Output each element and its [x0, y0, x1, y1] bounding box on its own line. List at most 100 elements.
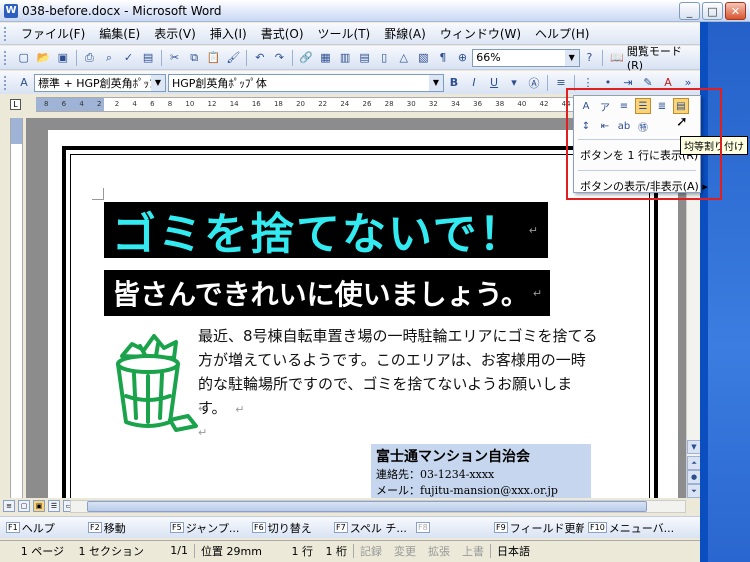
- print-preview-icon[interactable]: ⌕: [100, 49, 118, 67]
- chevron-down-icon[interactable]: ▼: [564, 49, 579, 66]
- styles-pane-icon[interactable]: A: [15, 74, 33, 92]
- signature-block[interactable]: 富士通マンション自治会 連絡先：03-1234-xxxx メール：fujitu-…: [371, 444, 591, 498]
- menu-edit[interactable]: 編集(E): [92, 23, 147, 44]
- style-combo[interactable]: 標準 + HGP創英角ﾎﾟｯﾌﾟ ▼: [34, 73, 166, 92]
- chevron-down-icon[interactable]: ▼: [151, 74, 165, 91]
- maximize-button[interactable]: □: [702, 2, 723, 20]
- trash-can-icon[interactable]: [104, 326, 200, 436]
- font-combo[interactable]: HGP創英角ﾎﾟｯﾌﾟ体 ▼: [168, 73, 444, 92]
- open-folder-icon[interactable]: 📂: [35, 49, 53, 67]
- separator: [292, 49, 294, 66]
- tables-borders-icon[interactable]: ▦: [317, 49, 335, 67]
- print-icon[interactable]: ⎙: [81, 49, 99, 67]
- menu-help[interactable]: ヘルプ(H): [528, 23, 596, 44]
- spelling-icon[interactable]: ✓: [120, 49, 138, 67]
- columns-icon[interactable]: ▯: [375, 49, 393, 67]
- status-record[interactable]: 記録: [354, 543, 388, 559]
- undo-icon[interactable]: ↶: [251, 49, 269, 67]
- menu-window[interactable]: ウィンドウ(W): [433, 23, 528, 44]
- normal-view-icon[interactable]: ≡: [3, 500, 15, 512]
- menu-format[interactable]: 書式(O): [254, 23, 311, 44]
- body-paragraph[interactable]: 最近、8号棟自転車置き場の一時駐輪エリアにゴミを捨てる方が増えているようです。こ…: [198, 324, 598, 422]
- status-track-changes[interactable]: 変更: [388, 543, 422, 559]
- vertical-ruler[interactable]: [10, 118, 23, 498]
- research-icon[interactable]: ▤: [139, 49, 157, 67]
- toolbar-grip[interactable]: [4, 50, 8, 65]
- fkey-f10[interactable]: F10 メニューバ...: [588, 520, 680, 536]
- bold-button[interactable]: B: [445, 74, 463, 92]
- separator: [75, 49, 77, 66]
- save-icon[interactable]: ▣: [54, 49, 72, 67]
- fkey-label: F10: [588, 522, 607, 533]
- reading-mode-button[interactable]: 📖 閲覧モード(R): [606, 43, 700, 72]
- word-window: W 038-before.docx - Microsoft Word _ □ ✕…: [0, 0, 750, 562]
- chevron-down-icon[interactable]: ▼: [429, 74, 443, 91]
- new-document-icon[interactable]: ▢: [15, 49, 33, 67]
- fkey-f8[interactable]: F8: [416, 522, 494, 533]
- vruler-margin-top: [11, 118, 22, 144]
- tab-selector-icon[interactable]: L: [10, 99, 21, 110]
- fkey-f2[interactable]: F2 移動: [88, 520, 170, 536]
- underline-dropdown-icon[interactable]: ▾: [505, 74, 523, 92]
- separator: [602, 49, 604, 66]
- help-icon[interactable]: ?: [581, 49, 599, 67]
- menu-view[interactable]: 表示(V): [147, 23, 203, 44]
- status-column: 1 桁: [325, 544, 348, 558]
- copy-icon[interactable]: ⧉: [185, 49, 203, 67]
- hscroll-thumb[interactable]: [87, 501, 647, 512]
- paragraph-mark: ↵: [198, 426, 208, 439]
- fkey-f1[interactable]: F1 ヘルプ: [6, 520, 88, 536]
- fkey-text: 切り替え: [267, 521, 312, 535]
- scroll-down-icon[interactable]: ▼: [687, 440, 701, 454]
- browse-object-icon[interactable]: ●: [687, 470, 701, 484]
- next-page-icon[interactable]: ⏷: [687, 484, 701, 498]
- zoom-icon[interactable]: ⊕: [454, 49, 472, 67]
- zoom-combo[interactable]: 66% ▼: [472, 48, 580, 67]
- status-page: 1 ページ: [20, 544, 64, 558]
- character-border-icon[interactable]: Ⓐ: [525, 74, 543, 92]
- fkey-label: F8: [416, 522, 430, 533]
- heading-2[interactable]: 皆さんできれいに使いましょう。 ↵: [104, 270, 551, 316]
- hyperlink-icon[interactable]: 🔗: [297, 49, 315, 67]
- fkey-f9[interactable]: F9 フィールド更新: [494, 520, 588, 536]
- format-painter-icon[interactable]: 🖌: [225, 49, 243, 67]
- cut-icon[interactable]: ✂: [166, 49, 184, 67]
- toolbar-grip[interactable]: [4, 75, 8, 90]
- menu-insert[interactable]: 挿入(I): [203, 23, 254, 44]
- reading-mode-label: 閲覧モード(R): [626, 45, 682, 72]
- heading-1[interactable]: ゴミを 捨てないで！ ↵: [104, 202, 548, 260]
- document-map-icon[interactable]: ▧: [415, 49, 433, 67]
- fkey-label: F7: [334, 522, 348, 533]
- redo-icon[interactable]: ↷: [271, 49, 289, 67]
- drawing-icon[interactable]: △: [395, 49, 413, 67]
- title-bar: W 038-before.docx - Microsoft Word _ □ ✕: [0, 0, 750, 22]
- status-overtype[interactable]: 上書: [456, 543, 490, 559]
- paste-icon[interactable]: 📋: [205, 49, 223, 67]
- web-layout-icon[interactable]: ▢: [18, 500, 30, 512]
- insert-table-icon[interactable]: ▥: [336, 49, 354, 67]
- minimize-button[interactable]: _: [679, 2, 700, 20]
- fkey-f6[interactable]: F6 切り替え: [252, 520, 334, 536]
- outline-view-icon[interactable]: ☰: [48, 500, 60, 512]
- menu-table[interactable]: 罫線(A): [377, 23, 433, 44]
- horizontal-scrollbar[interactable]: [70, 500, 686, 513]
- heading-2-text: 皆さんできれいに使いましょう。: [112, 278, 529, 311]
- underline-button[interactable]: U: [485, 74, 503, 92]
- fkey-text: スペル チ...: [349, 521, 407, 535]
- menu-tools[interactable]: ツール(T): [311, 23, 378, 44]
- close-button[interactable]: ✕: [725, 2, 746, 20]
- fkey-f7[interactable]: F7 スペル チ...: [334, 520, 416, 536]
- annotation-highlight-box: [566, 88, 722, 200]
- fkey-f5[interactable]: F5 ジャンプ...: [170, 520, 252, 536]
- print-layout-icon[interactable]: ▣: [33, 500, 45, 512]
- show-hide-icon[interactable]: ¶: [434, 49, 452, 67]
- signature-organization: 富士通マンション自治会: [376, 449, 530, 465]
- fkey-text: ジャンプ...: [185, 521, 240, 535]
- fkey-label: F9: [494, 522, 508, 533]
- previous-page-icon[interactable]: ⏶: [687, 456, 701, 470]
- toolbar-grip[interactable]: [4, 26, 8, 41]
- insert-excel-icon[interactable]: ▤: [356, 49, 374, 67]
- italic-button[interactable]: I: [465, 74, 483, 92]
- status-extend[interactable]: 拡張: [422, 543, 456, 559]
- menu-file[interactable]: ファイル(F): [14, 23, 92, 44]
